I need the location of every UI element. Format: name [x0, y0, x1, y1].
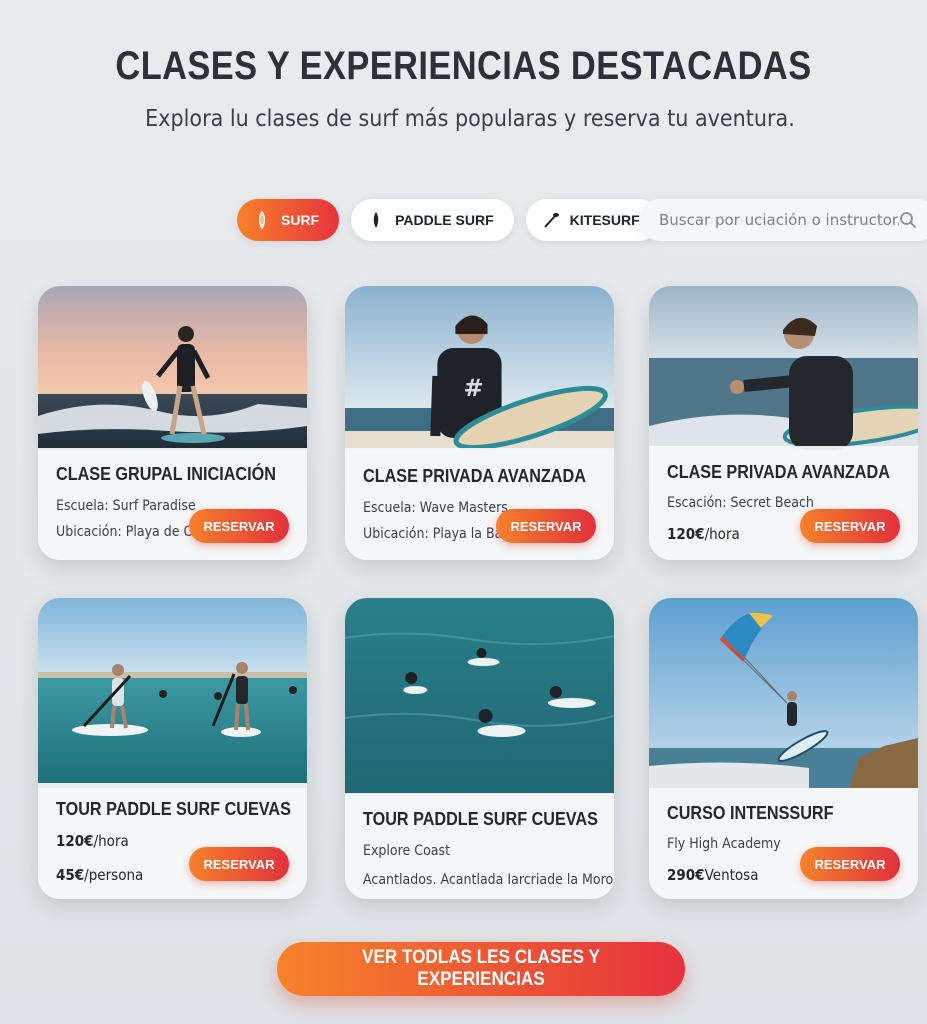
price-unit: /persona: [84, 866, 144, 884]
price-unit: Ventosa: [704, 866, 759, 884]
class-card[interactable]: CLASE GRUPAL INICIACIÓN Escuela: Surf Pa…: [38, 286, 307, 560]
card-photo: [38, 286, 307, 450]
card-title: TOUR PADDLE SURF CUEVAS: [363, 809, 598, 829]
page-title: CLASES Y EXPERIENCIAS DESTACADAS: [115, 44, 812, 88]
card-school: Explore Coast: [363, 843, 451, 859]
card-body: CLASE PRIVADA AVANZADA Escuela: Wave Mas…: [345, 448, 614, 560]
card-photo: [649, 286, 918, 450]
card-photo: #: [345, 286, 614, 450]
filter-chip-paddle-surf[interactable]: PADDLE SURF: [351, 199, 514, 241]
price-value: 290€: [667, 866, 705, 884]
card-body: CURSO INTENSSURF Fly High Academy 290€Ve…: [649, 789, 918, 899]
class-card[interactable]: TOUR PADDLE SURF CUEVAS Explore Coast Ac…: [345, 598, 614, 899]
kite-icon: [543, 213, 559, 228]
svg-text:#: #: [463, 374, 483, 402]
card-location: Acantlados. Acantlada Iarcriade la Moro: [363, 872, 614, 888]
category-filters: SURF PADDLE SURF KITESURF: [237, 199, 660, 241]
price-unit: /hora: [93, 832, 129, 850]
search-icon[interactable]: [899, 211, 917, 229]
card-title: CLASE PRIVADA AVANZADA: [667, 462, 890, 482]
price-value: 45€: [56, 866, 85, 884]
class-card[interactable]: CLASE PRIVADA AVANZADA Escación: Secret …: [649, 286, 918, 560]
card-body: TOUR PADDLE SURF CUEVAS 120€/hora 45€/pe…: [38, 783, 307, 899]
card-body: TOUR PADDLE SURF CUEVAS Explore Coast Ac…: [345, 793, 614, 899]
price-value: 120€: [667, 525, 705, 543]
card-title: CURSO INTENSSURF: [667, 803, 834, 823]
class-card[interactable]: TOUR PADDLE SURF CUEVAS 120€/hora 45€/pe…: [38, 598, 307, 899]
view-all-classes-button[interactable]: VER TODLAS LES CLASES Y EXPERIENCIAS: [277, 942, 685, 996]
filter-chip-label: SURF: [281, 212, 320, 228]
reserve-button[interactable]: RESERVAR: [189, 847, 289, 881]
class-card[interactable]: CURSO INTENSSURF Fly High Academy 290€Ve…: [649, 598, 918, 899]
reserve-button[interactable]: RESERVAR: [800, 847, 900, 881]
reserve-button[interactable]: RESERVAR: [189, 509, 289, 543]
card-title: CLASE PRIVADA AVANZADA: [363, 466, 586, 486]
search-input[interactable]: [659, 211, 899, 229]
filter-chip-label: KITESURF: [569, 212, 640, 228]
cta-label: VER TODLAS LES CLASES Y EXPERIENCIAS: [362, 947, 600, 990]
filter-chip-surf[interactable]: SURF: [237, 199, 340, 241]
card-photo: [38, 598, 307, 788]
search-box: [639, 199, 927, 241]
price-value: 120€: [56, 832, 94, 850]
card-photo: [345, 598, 614, 794]
reserve-button[interactable]: RESERVAR: [496, 509, 596, 543]
card-title: CLASE GRUPAL INICIACIÓN: [56, 464, 276, 484]
surfboard-icon: [258, 211, 266, 229]
reserve-button[interactable]: RESERVAR: [800, 509, 900, 543]
class-card[interactable]: # CLASE PRIVADA AVANZADA Escuela: Wave M…: [345, 286, 614, 560]
card-title: TOUR PADDLE SURF CUEVAS: [56, 799, 291, 819]
page-subtitle: Explora lu clases de surf más popularas …: [145, 106, 795, 132]
card-body: CLASE GRUPAL INICIACIÓN Escuela: Surf Pa…: [38, 448, 307, 560]
price-unit: /hora: [704, 525, 740, 543]
card-photo: [649, 598, 918, 788]
filter-chip-label: PADDLE SURF: [395, 212, 494, 228]
paddle-board-icon: [373, 212, 379, 228]
